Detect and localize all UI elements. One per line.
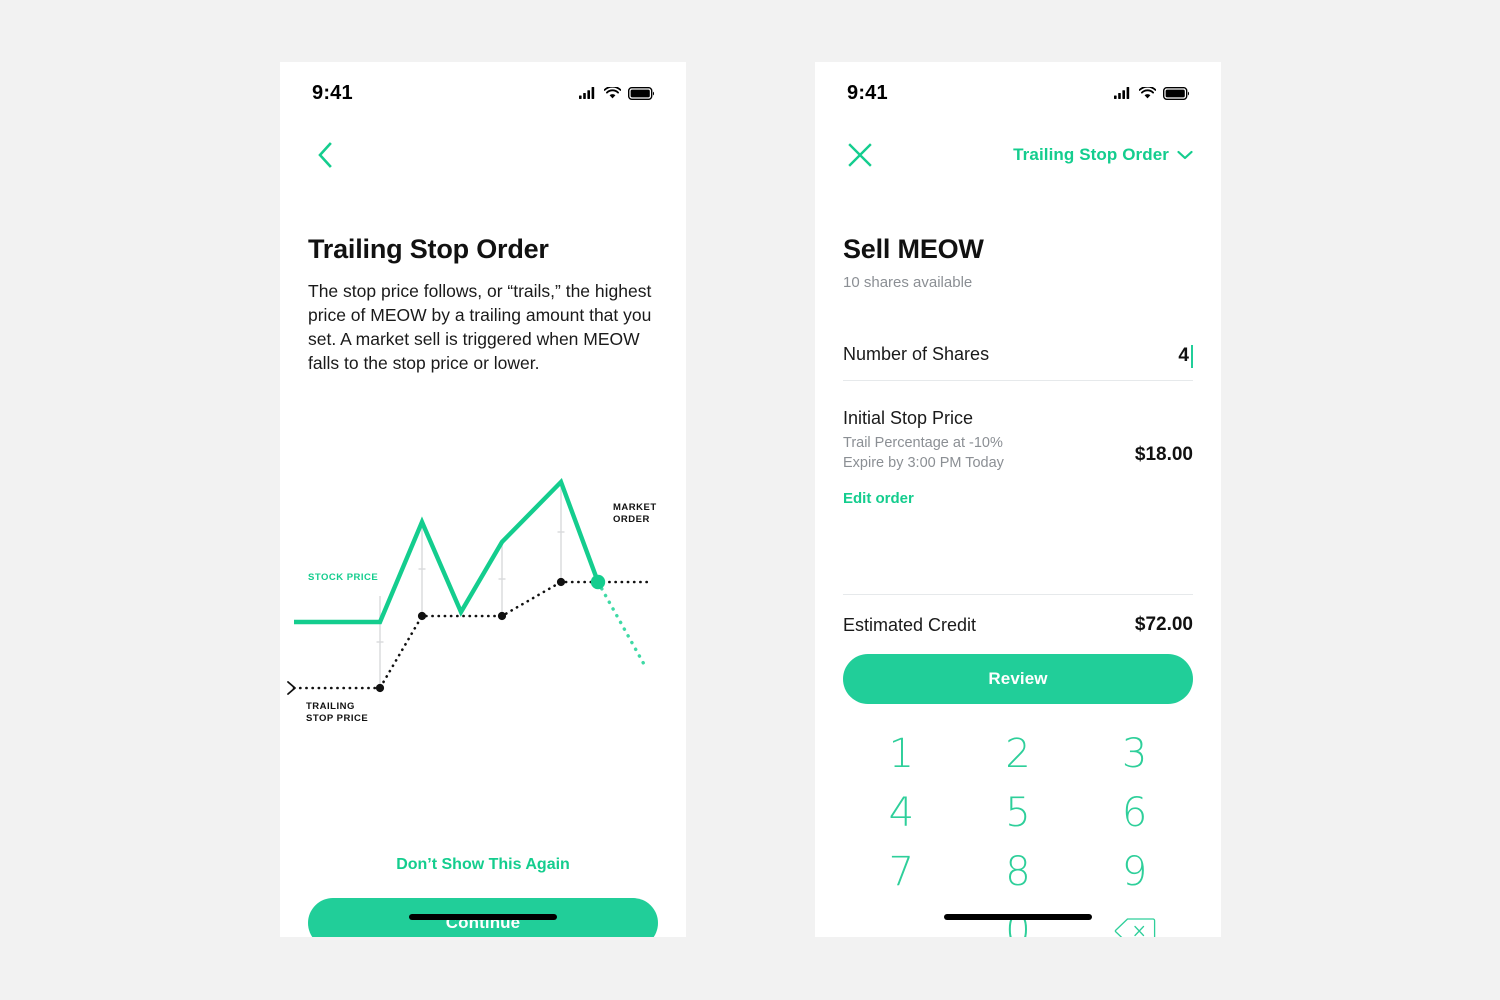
review-button[interactable]: Review bbox=[843, 654, 1193, 704]
order-type-selector[interactable]: Trailing Stop Order bbox=[1013, 145, 1193, 165]
home-indicator bbox=[944, 914, 1092, 920]
nav-bar-right: Trailing Stop Order bbox=[815, 124, 1221, 186]
keypad-key-backspace[interactable] bbox=[1076, 901, 1193, 937]
number-of-shares-label: Number of Shares bbox=[843, 344, 990, 364]
initial-stop-price-label: Initial Stop Price bbox=[843, 408, 974, 428]
wifi-icon bbox=[1139, 87, 1156, 99]
keypad-key-3[interactable]: 3 bbox=[1076, 724, 1193, 783]
chart-label-trailing-stop-price: TRAILING STOP PRICE bbox=[306, 701, 368, 725]
chart-label-market-line1: MARKET bbox=[613, 502, 657, 513]
text-cursor bbox=[1191, 344, 1193, 368]
expiry-text: Expire by 3:00 PM Today bbox=[843, 455, 1004, 471]
phone-screen-right: 9:41 Trailing Stop Order Sell MEOW 10 sh… bbox=[815, 62, 1221, 937]
chart-label-market-order: MARKET ORDER bbox=[613, 502, 657, 526]
estimated-credit-label: Estimated Credit bbox=[843, 614, 977, 635]
number-of-shares-value: 4 bbox=[1178, 345, 1189, 366]
market-order-marker bbox=[590, 574, 606, 590]
chart-connectors bbox=[376, 482, 565, 688]
wifi-icon bbox=[604, 87, 621, 99]
backspace-delete-icon bbox=[1114, 917, 1155, 937]
chart-label-stock-price: STOCK PRICE bbox=[308, 572, 379, 583]
status-time: 9:41 bbox=[312, 81, 353, 104]
divider bbox=[843, 380, 1193, 381]
status-bar-left: 9:41 bbox=[280, 62, 686, 124]
chart-markers bbox=[375, 574, 606, 693]
signal-bars-icon bbox=[1114, 87, 1130, 99]
dont-show-again-link[interactable]: Don’t Show This Again bbox=[280, 856, 686, 874]
chevron-down-icon bbox=[1177, 150, 1193, 160]
numeric-keypad: 1 2 3 4 5 6 7 8 9 0 bbox=[843, 724, 1193, 937]
sell-title: Sell MEOW bbox=[843, 234, 984, 264]
nav-bar-left bbox=[280, 124, 686, 186]
number-of-shares-input[interactable]: 4 bbox=[1178, 344, 1193, 368]
page-title: Trailing Stop Order bbox=[308, 234, 549, 264]
chevron-left-icon bbox=[318, 142, 332, 168]
chart-label-trailing-line1: TRAILING bbox=[306, 701, 355, 712]
estimated-credit-row: Estimated Credit $72.00 bbox=[843, 614, 1193, 636]
estimated-credit-amount: $72.00 bbox=[1134, 614, 1193, 635]
keypad-key-blank bbox=[843, 901, 960, 937]
initial-stop-price-row: Initial Stop Price Trail Percentage at -… bbox=[843, 408, 1193, 473]
keypad-key-9[interactable]: 9 bbox=[1076, 842, 1193, 901]
status-time: 9:41 bbox=[847, 81, 888, 104]
stock-price-projection bbox=[596, 580, 647, 668]
keypad-key-7[interactable]: 7 bbox=[843, 842, 960, 901]
close-x-icon bbox=[848, 143, 872, 167]
keypad-key-6[interactable]: 6 bbox=[1076, 783, 1193, 842]
status-icons bbox=[579, 86, 654, 100]
status-bar-right: 9:41 bbox=[815, 62, 1221, 124]
keypad-key-5[interactable]: 5 bbox=[960, 783, 1077, 842]
battery-icon bbox=[1163, 86, 1189, 100]
keypad-key-8[interactable]: 8 bbox=[960, 842, 1077, 901]
status-icons bbox=[1114, 86, 1189, 100]
phone-screen-left: 9:41 Trailing Stop Order The stop price … bbox=[280, 62, 686, 937]
keypad-key-2[interactable]: 2 bbox=[960, 724, 1077, 783]
back-button[interactable] bbox=[308, 138, 342, 172]
battery-icon bbox=[628, 86, 654, 100]
home-indicator bbox=[409, 914, 557, 920]
order-type-label: Trailing Stop Order bbox=[1013, 145, 1169, 164]
initial-stop-price-sub: Trail Percentage at -10% Expire by 3:00 … bbox=[843, 433, 1004, 473]
number-of-shares-row[interactable]: Number of Shares 4 bbox=[843, 344, 1193, 368]
stock-price-line bbox=[294, 477, 601, 625]
left-screen-body: Trailing Stop Order The stop price follo… bbox=[280, 186, 686, 937]
initial-stop-price-amount: $18.00 bbox=[1134, 443, 1193, 465]
edit-order-link[interactable]: Edit order bbox=[843, 490, 914, 507]
trailing-stop-chart: STOCK PRICE TRAILING STOP PRICE MARKET O… bbox=[280, 426, 686, 766]
signal-bars-icon bbox=[579, 87, 595, 99]
initial-stop-price-details: Initial Stop Price Trail Percentage at -… bbox=[843, 408, 1004, 473]
keypad-key-4[interactable]: 4 bbox=[843, 783, 960, 842]
keypad-key-1[interactable]: 1 bbox=[843, 724, 960, 783]
divider bbox=[843, 594, 1193, 595]
right-screen-body: Sell MEOW 10 shares available Number of … bbox=[815, 186, 1221, 937]
page-description: The stop price follows, or “trails,” the… bbox=[308, 281, 652, 373]
chart-label-market-line2: ORDER bbox=[613, 514, 650, 525]
shares-available-label: 10 shares available bbox=[843, 274, 973, 291]
trail-percentage-text: Trail Percentage at -10% bbox=[843, 435, 1003, 451]
chart-label-trailing-line2: STOP PRICE bbox=[306, 713, 369, 724]
close-button[interactable] bbox=[843, 138, 877, 172]
